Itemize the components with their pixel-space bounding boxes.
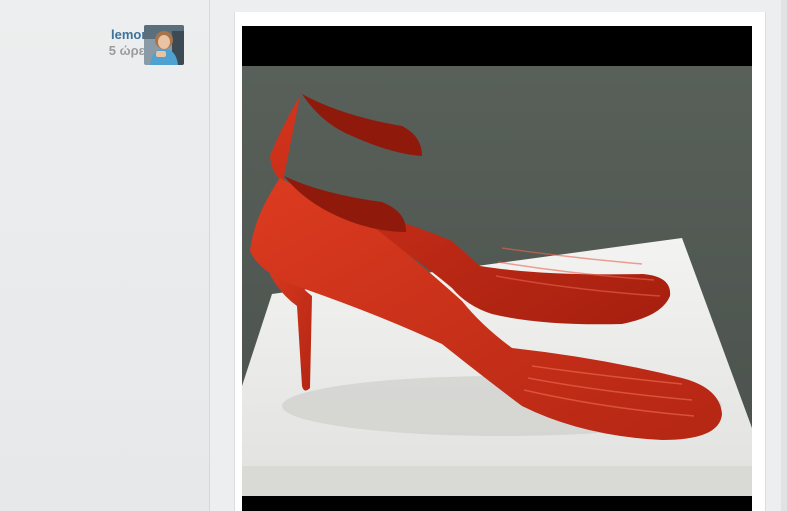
red-flipper-heels-image	[242, 26, 752, 511]
post-photo[interactable]	[242, 26, 752, 511]
avatar[interactable]	[144, 25, 184, 65]
page-scroll-gutter	[781, 0, 787, 511]
feed-page: lemoniamar 5 ώρες πριν	[0, 0, 787, 511]
avatar-image	[144, 25, 184, 65]
post-meta-column: lemoniamar 5 ώρες πριν	[0, 0, 210, 511]
